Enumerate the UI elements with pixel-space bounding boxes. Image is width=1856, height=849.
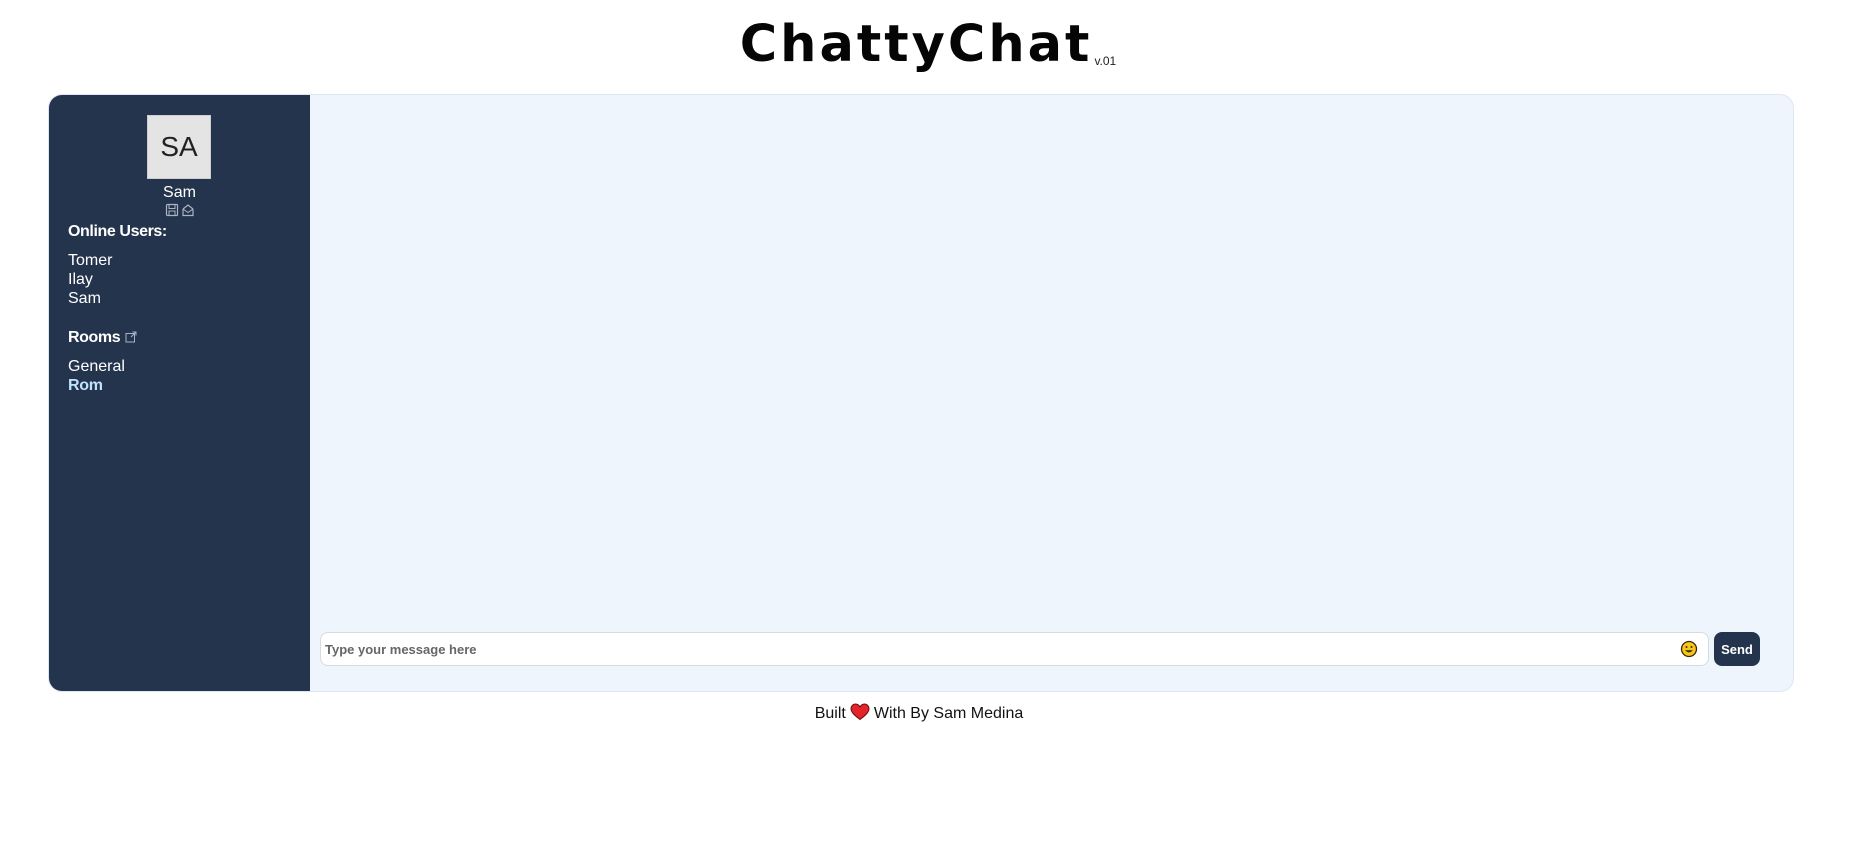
header: ChattyChat v.01 [0, 14, 1856, 76]
sidebar: SA Sam Online Users: Tomer Ilay Sam Room… [49, 95, 310, 691]
message-composer [320, 632, 1709, 666]
current-user-name: Sam [163, 184, 196, 201]
save-icon[interactable] [165, 203, 179, 217]
room-item-rom[interactable]: Rom [68, 376, 125, 395]
chat-window: SA Sam Online Users: Tomer Ilay Sam Room… [48, 94, 1794, 692]
footer-text-before: Built [814, 705, 846, 722]
online-users-list: Tomer Ilay Sam [68, 251, 112, 308]
rooms-title-label: Rooms [68, 329, 121, 346]
messages-area[interactable] [310, 95, 1793, 625]
rooms-list: General Rom [68, 357, 125, 395]
mail-icon[interactable] [181, 203, 195, 217]
online-user-item[interactable]: Ilay [68, 270, 112, 289]
external-link-icon[interactable] [125, 329, 137, 343]
footer-text-after: With By Sam Medina [873, 705, 1024, 722]
rooms-title: Rooms [68, 328, 137, 348]
app-title: ChattyChat [739, 15, 1093, 74]
send-button[interactable]: Send [1714, 632, 1760, 666]
user-actions [49, 203, 310, 219]
smiley-emoji-icon[interactable] [1680, 640, 1698, 658]
room-item-general[interactable]: General [68, 357, 125, 376]
footer: Built With By Sam Medina [0, 703, 1838, 724]
online-user-item[interactable]: Sam [68, 289, 112, 308]
online-users-title: Online Users: [68, 223, 167, 240]
message-input[interactable] [321, 633, 1661, 665]
online-user-item[interactable]: Tomer [68, 251, 112, 270]
avatar[interactable]: SA [147, 115, 211, 179]
heart-icon [850, 703, 870, 721]
app-version: v.01 [1094, 54, 1117, 68]
